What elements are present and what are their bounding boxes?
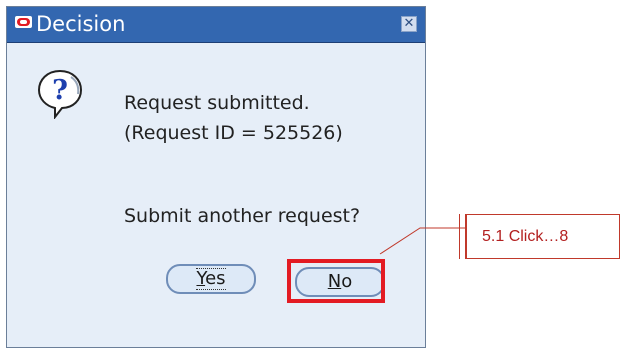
callout-leader-line [379, 227, 465, 255]
dialog-titlebar: Decision ✕ [7, 7, 425, 43]
svg-text:?: ? [52, 75, 68, 106]
oracle-logo-icon [15, 16, 32, 28]
question-icon: ? [37, 69, 83, 119]
callout-text: 5.1 Click…8 [482, 228, 569, 245]
message-line-2: (Request ID = 525526) [124, 122, 343, 144]
yes-button-label: Yes [196, 268, 226, 290]
dialog-title: Decision [36, 12, 126, 36]
callout-box: 5.1 Click…8 [459, 214, 620, 259]
close-button[interactable]: ✕ [401, 16, 417, 32]
question-text: Submit another request? [124, 205, 361, 227]
message-line-1: Request submitted. [124, 92, 310, 114]
yes-button[interactable]: Yes [166, 264, 256, 294]
no-button-highlight [287, 259, 385, 303]
